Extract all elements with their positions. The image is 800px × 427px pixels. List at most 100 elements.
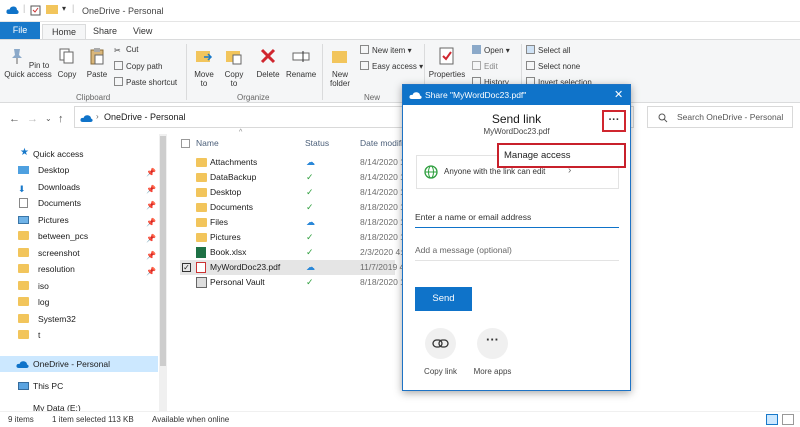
cloud-status-icon: ☁ xyxy=(306,217,315,227)
file-row[interactable]: ✓ MyWordDoc23.pdf ☁ 11/7/2019 4 xyxy=(180,260,404,275)
more-options-button[interactable]: ··· xyxy=(602,110,626,132)
file-date: 8/18/2020 1 xyxy=(360,277,405,287)
file-row[interactable]: Book.xlsx ✓ 2/3/2020 4: xyxy=(180,245,403,260)
sidebar-item-label: between_pcs xyxy=(38,231,89,241)
tab-home[interactable]: Home xyxy=(42,24,87,39)
new-folder-button[interactable]: New folder xyxy=(326,46,354,88)
file-row[interactable]: Desktop ✓ 8/14/2020 1 xyxy=(180,185,405,200)
search-box[interactable]: Search OneDrive - Personal xyxy=(647,106,793,128)
large-icons-view-icon[interactable] xyxy=(782,414,794,425)
tab-view[interactable]: View xyxy=(124,24,161,39)
copy-label: Copy xyxy=(57,70,77,79)
column-header-status[interactable]: Status xyxy=(305,138,329,148)
computer-icon xyxy=(18,382,29,390)
title-bar: | ▾ | OneDrive - Personal xyxy=(0,0,800,22)
paste-shortcut-button[interactable]: Paste shortcut xyxy=(114,77,177,87)
file-name: Desktop xyxy=(210,187,242,197)
details-view-icon[interactable] xyxy=(766,414,778,425)
file-row[interactable]: Personal Vault ✓ 8/18/2020 1 xyxy=(180,275,405,290)
edit-button[interactable]: Edit xyxy=(472,61,498,71)
move-to-button[interactable]: Move to xyxy=(191,46,217,88)
message-input[interactable]: Add a message (optional) xyxy=(415,239,619,261)
sidebar-item[interactable]: resolution 📌 xyxy=(0,261,156,277)
customize-dropdown-icon[interactable]: ▾ xyxy=(62,4,66,13)
select-none-button[interactable]: Select none xyxy=(526,61,580,71)
properties-icon[interactable] xyxy=(30,5,41,16)
open-button[interactable]: Open ▾ xyxy=(472,45,510,55)
availability-status: Available when online xyxy=(152,415,230,424)
sidebar-item[interactable]: Pictures 📌 xyxy=(0,212,156,228)
manage-access-menu-item[interactable]: Manage access xyxy=(497,143,626,168)
sidebar-item[interactable]: log xyxy=(0,294,156,310)
nav-onedrive-label: OneDrive - Personal xyxy=(33,359,111,369)
file-date: 8/18/2020 1 xyxy=(360,217,405,227)
email-input[interactable]: Enter a name or email address xyxy=(415,206,619,228)
sidebar-item[interactable]: between_pcs 📌 xyxy=(0,228,156,244)
forward-arrow-icon[interactable]: → xyxy=(27,113,38,125)
properties-button[interactable]: Properties xyxy=(428,46,466,79)
path-chevron-icon[interactable]: › xyxy=(96,112,99,121)
send-button[interactable]: Send xyxy=(415,287,472,311)
back-arrow-icon[interactable]: ← xyxy=(9,113,20,125)
file-name: Personal Vault xyxy=(210,277,265,287)
synced-status-icon: ✓ xyxy=(306,172,314,182)
easy-access-label: Easy access xyxy=(372,62,417,71)
sidebar-item[interactable]: iso xyxy=(0,278,156,294)
rename-button[interactable]: Rename xyxy=(286,46,316,79)
close-icon[interactable]: ✕ xyxy=(614,85,623,105)
copy-button[interactable]: Copy xyxy=(54,46,80,79)
file-row[interactable]: Pictures ✓ 8/18/2020 1 xyxy=(180,230,405,245)
sidebar-item[interactable]: ⬇ Downloads 📌 xyxy=(0,179,156,195)
sidebar-item[interactable]: Desktop 📌 xyxy=(0,162,156,178)
column-header-date[interactable]: Date modifi xyxy=(360,138,403,148)
file-row[interactable]: Documents ✓ 8/18/2020 1 xyxy=(180,200,405,215)
more-apps-button[interactable]: ··· xyxy=(477,328,508,359)
permission-text: Anyone with the link can edit xyxy=(444,167,546,176)
pin-icon xyxy=(11,49,22,64)
more-apps-label: More apps xyxy=(473,367,512,376)
vault-icon xyxy=(196,277,207,288)
easy-access-button[interactable]: Easy access ▾ xyxy=(360,61,423,71)
file-row[interactable]: DataBackup ✓ 8/14/2020 1 xyxy=(180,170,405,185)
nav-quick-access[interactable]: ★ Quick access xyxy=(0,146,156,162)
file-row[interactable]: Files ☁ 8/18/2020 1 xyxy=(180,215,405,230)
sidebar-item[interactable]: screenshot 📌 xyxy=(0,245,156,261)
sidebar-item[interactable]: System32 xyxy=(0,311,156,327)
recent-locations-chevron-icon[interactable]: ⌄ xyxy=(45,114,52,123)
new-item-button[interactable]: New item ▾ xyxy=(360,45,412,55)
tab-file[interactable]: File xyxy=(0,22,40,39)
column-header-name[interactable]: Name xyxy=(196,138,219,148)
copy-path-label: Copy path xyxy=(126,62,163,71)
nav-this-pc[interactable]: This PC xyxy=(0,378,156,394)
nav-my-data[interactable]: My Data (E:) xyxy=(0,400,156,411)
tab-share[interactable]: Share xyxy=(84,24,126,39)
row-checkbox-checked[interactable]: ✓ xyxy=(182,263,191,272)
new-folder-icon[interactable] xyxy=(46,5,58,14)
file-row[interactable]: Attachments ☁ 8/14/2020 1 xyxy=(180,155,405,170)
cut-button[interactable]: ✂ Cut xyxy=(114,45,138,55)
nav-onedrive[interactable]: OneDrive - Personal xyxy=(0,356,158,372)
ribbon: Pin to Quick access Copy Paste ✂ Cut Copy… xyxy=(0,39,800,103)
paste-shortcut-icon xyxy=(114,77,123,86)
copy-link-button[interactable] xyxy=(425,328,456,359)
file-name: Documents xyxy=(210,202,253,212)
folder-icon xyxy=(196,158,207,167)
paste-button[interactable]: Paste xyxy=(84,46,110,79)
folder-icon xyxy=(196,203,207,212)
delete-label: Delete xyxy=(256,70,280,79)
copy-path-button[interactable]: Copy path xyxy=(114,61,162,71)
file-date: 2/3/2020 4: xyxy=(360,247,403,257)
pin-to-quick-access-button[interactable]: Pin to Quick access xyxy=(4,46,52,79)
synced-status-icon: ✓ xyxy=(306,232,314,242)
address-path[interactable]: OneDrive - Personal xyxy=(104,112,186,122)
excel-file-icon xyxy=(196,247,206,258)
select-all-button[interactable]: Select all xyxy=(526,45,570,55)
copy-to-button[interactable]: Copy to xyxy=(221,46,247,88)
select-all-checkbox[interactable] xyxy=(181,139,190,148)
nav-scrollbar-thumb[interactable] xyxy=(160,136,166,366)
sidebar-item[interactable]: t xyxy=(0,327,156,343)
up-arrow-icon[interactable]: ↑ xyxy=(58,113,64,125)
sidebar-item[interactable]: Documents 📌 xyxy=(0,195,156,211)
selection-info: 1 item selected 113 KB xyxy=(52,415,134,424)
delete-button[interactable]: Delete xyxy=(254,46,282,79)
